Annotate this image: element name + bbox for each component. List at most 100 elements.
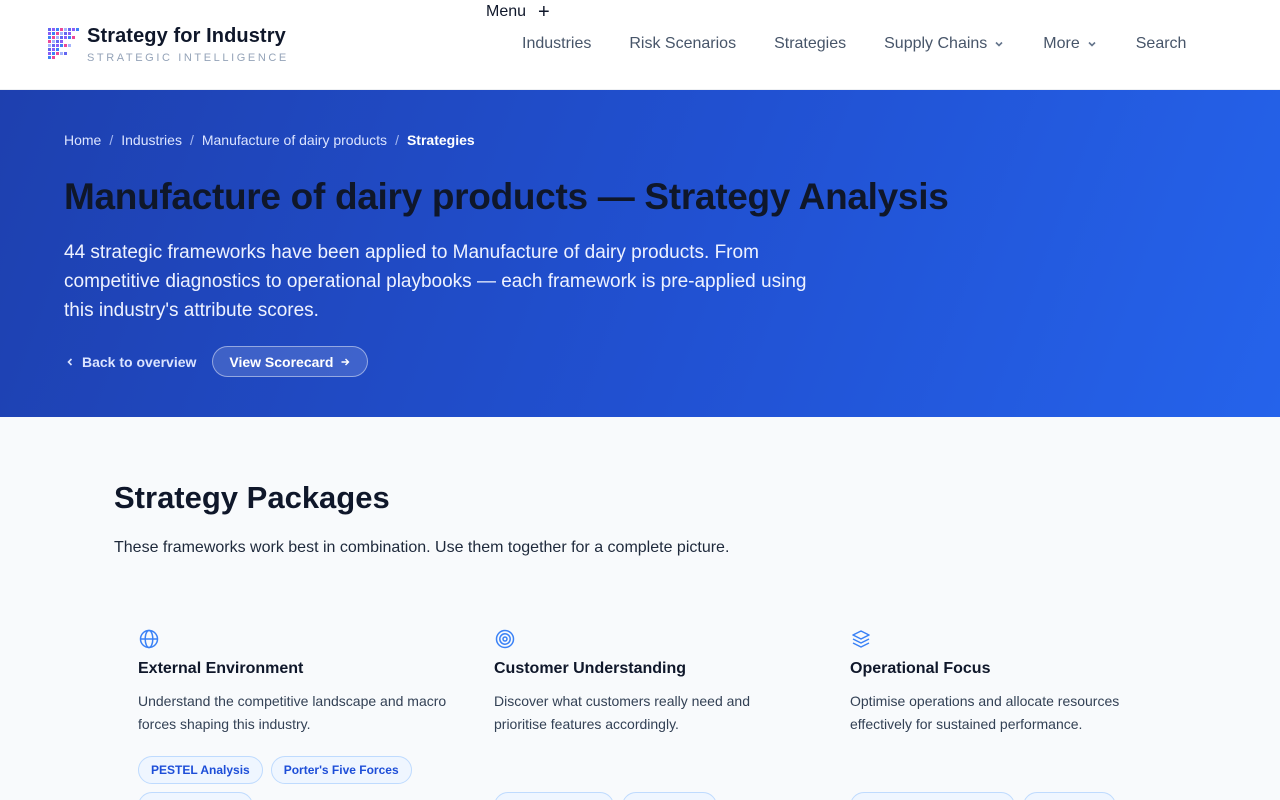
scorecard-button-label: View Scorecard xyxy=(229,353,334,370)
chip-partial[interactable] xyxy=(622,792,717,800)
section-description: These frameworks work best in combinatio… xyxy=(114,539,730,556)
logo-pixel xyxy=(68,48,71,51)
breadcrumb-home[interactable]: Home xyxy=(64,132,101,148)
logo-pixel xyxy=(56,32,59,35)
logo-pixel xyxy=(72,28,75,31)
logo-pixel xyxy=(52,56,55,59)
target-icon xyxy=(494,628,516,650)
logo-pixel xyxy=(68,28,71,31)
chip-partial[interactable] xyxy=(1023,792,1116,800)
breadcrumb-industries[interactable]: Industries xyxy=(121,132,182,148)
menu-toggle-button[interactable]: Menu + xyxy=(486,2,550,22)
logo-pixel xyxy=(68,52,71,55)
page-title: Manufacture of dairy products — Strategy… xyxy=(64,176,949,217)
logo-pixel xyxy=(60,44,63,47)
layers-icon xyxy=(850,628,872,650)
logo-pixel xyxy=(76,32,79,35)
logo-pixel xyxy=(76,56,79,59)
logo-pixel xyxy=(64,28,67,31)
breadcrumb-current: Strategies xyxy=(406,132,475,148)
logo-pixel xyxy=(60,32,63,35)
logo-pixel xyxy=(64,36,67,39)
nav-item-label: Industries xyxy=(522,35,592,52)
hero-banner: Home / Industries / Manufacture of dairy… xyxy=(0,90,1280,417)
card-description: Optimise operations and allocate resourc… xyxy=(850,693,1120,732)
site-header: Strategy for Industry STRATEGIC INTELLIG… xyxy=(0,0,1280,90)
logo-pixel xyxy=(68,32,71,35)
card-title: External Environment xyxy=(138,660,304,677)
logo-pixel xyxy=(64,56,67,59)
chip-partial[interactable] xyxy=(494,792,614,800)
logo-pixel xyxy=(60,36,63,39)
logo-pixel xyxy=(72,36,75,39)
card-description: Understand the competitive landscape and… xyxy=(138,693,447,732)
logo-pixel xyxy=(48,48,51,51)
brand-text: Strategy for Industry STRATEGIC INTELLIG… xyxy=(87,24,289,64)
chip-porters-five-forces[interactable]: Porter's Five Forces xyxy=(270,756,412,784)
logo-pixel xyxy=(48,36,51,39)
logo-pixel xyxy=(72,48,75,51)
logo-pixel xyxy=(52,48,55,51)
back-to-overview-link[interactable]: Back to overview xyxy=(64,354,196,370)
chevron-left-icon xyxy=(67,357,73,366)
logo-pixel xyxy=(48,56,51,59)
logo-pixel xyxy=(60,40,63,43)
nav-item-label: Risk Scenarios xyxy=(629,35,737,52)
nav-item-industries[interactable]: Industries xyxy=(522,35,591,53)
chip-partial[interactable] xyxy=(138,792,253,800)
brand-title: Strategy for Industry xyxy=(87,25,286,47)
view-scorecard-button[interactable]: View Scorecard xyxy=(212,346,369,377)
logo-pixel xyxy=(60,28,63,31)
logo-pixel xyxy=(56,48,59,51)
chip-pestel-analysis[interactable]: PESTEL Analysis xyxy=(138,756,263,784)
package-card-operational-focus[interactable]: Operational Focus Optimise operations an… xyxy=(850,628,1170,736)
logo-pixel xyxy=(76,40,79,43)
logo-pixel xyxy=(64,32,67,35)
logo-pixel xyxy=(60,48,63,51)
logo-pixel xyxy=(68,56,71,59)
logo-pixel xyxy=(72,44,75,47)
nav-item-label: Search xyxy=(1135,35,1187,52)
logo-pixel xyxy=(52,32,55,35)
logo-pixel xyxy=(56,56,59,59)
nav-item-risk-scenarios[interactable]: Risk Scenarios xyxy=(629,35,736,53)
nav-item-supply-chains[interactable]: Supply Chains xyxy=(884,35,1005,53)
logo-pixel xyxy=(52,36,55,39)
nav-item-more[interactable]: More xyxy=(1043,35,1097,53)
logo-pixel xyxy=(56,40,59,43)
logo-pixel xyxy=(68,44,71,47)
package-card-customer-understanding[interactable]: Customer Understanding Discover what cus… xyxy=(494,628,814,736)
logo-pixel xyxy=(76,28,79,31)
logo-pixel xyxy=(52,40,55,43)
brand-subtitle: STRATEGIC INTELLIGENCE xyxy=(87,52,289,64)
logo-pixel xyxy=(56,36,59,39)
breadcrumb-separator: / xyxy=(189,132,194,148)
logo-pixel xyxy=(64,52,67,55)
logo-pixel xyxy=(64,48,67,51)
chip-partial[interactable] xyxy=(850,792,1015,800)
plus-icon: + xyxy=(538,1,550,23)
logo-pixel xyxy=(56,44,59,47)
logo-pixel xyxy=(48,52,51,55)
card-title: Operational Focus xyxy=(850,660,991,677)
logo-pixel xyxy=(48,44,51,47)
menu-label: Menu xyxy=(486,3,527,20)
logo-pixel xyxy=(72,52,75,55)
hero-actions: Back to overview View Scorecard xyxy=(64,346,369,377)
logo-pixel xyxy=(68,36,71,39)
package-card-external-environment[interactable]: External Environment Understand the comp… xyxy=(138,628,458,736)
logo-pixel xyxy=(52,44,55,47)
logo-mark-icon xyxy=(48,28,80,60)
nav-item-search[interactable]: Search xyxy=(1136,35,1187,53)
arrow-right-icon xyxy=(341,358,350,365)
nav-item-strategies[interactable]: Strategies xyxy=(774,35,846,53)
logo-pixel xyxy=(72,40,75,43)
back-link-label: Back to overview xyxy=(82,353,197,370)
logo-pixel xyxy=(52,28,55,31)
breadcrumb-industry[interactable]: Manufacture of dairy products xyxy=(202,132,387,148)
card-description: Discover what customers really need and … xyxy=(494,693,751,732)
logo-pixel xyxy=(60,52,63,55)
brand-logo[interactable]: Strategy for Industry STRATEGIC INTELLIG… xyxy=(48,24,289,64)
card-chips: PESTEL Analysis Porter's Five Forces xyxy=(138,756,412,784)
globe-icon xyxy=(138,628,160,650)
